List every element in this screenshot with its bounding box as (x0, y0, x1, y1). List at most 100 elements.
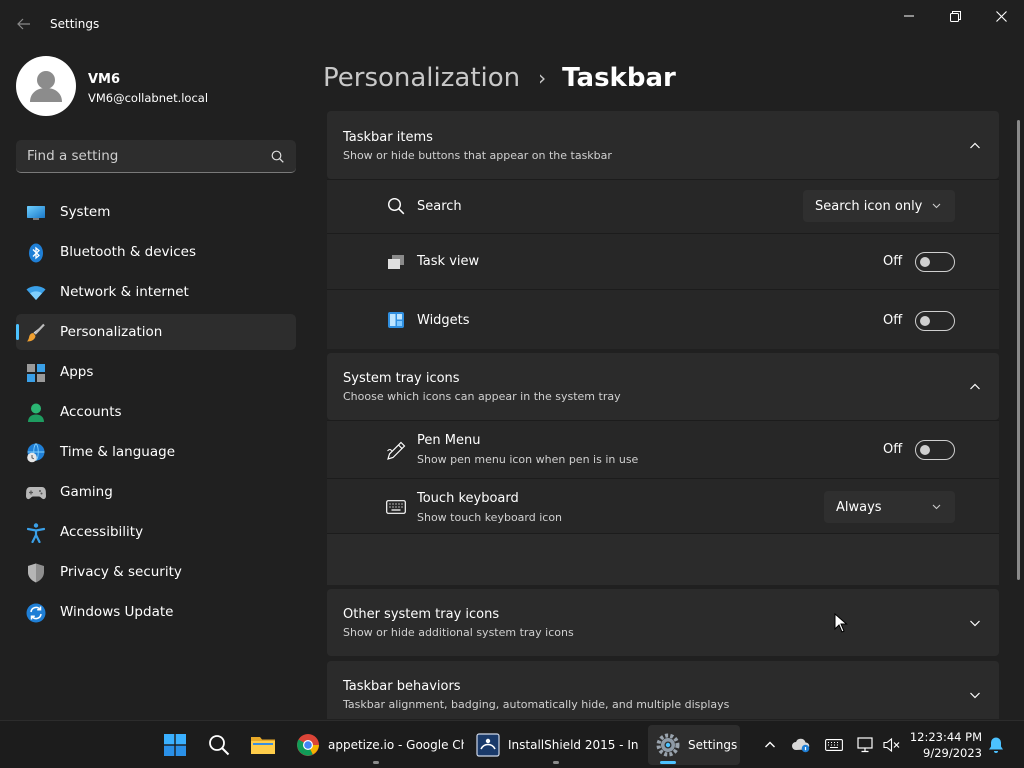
sidebar-item-personalization[interactable]: Personalization (16, 314, 296, 350)
user-profile[interactable]: VM6 VM6@collabnet.local (16, 56, 306, 118)
toggle-knob (920, 257, 930, 267)
section-title: Other system tray icons (343, 607, 500, 622)
accessibility-icon (26, 523, 46, 543)
apps-icon (26, 363, 46, 383)
volume-tray-button[interactable] (882, 735, 902, 755)
touch-keyboard-dropdown[interactable]: Always (824, 491, 955, 523)
row-label: Pen Menu (417, 433, 481, 448)
taskbar-items-header[interactable]: Taskbar items Show or hide buttons that … (327, 111, 999, 179)
taskbar-clock[interactable]: 12:23:44 PM 9/29/2023 (910, 729, 982, 761)
keyboard-icon (385, 496, 407, 518)
user-avatar-icon (30, 71, 62, 102)
back-button[interactable] (10, 12, 38, 36)
taskbar: appetize.io - Google Ch InstallShield 20… (0, 720, 1024, 768)
onedrive-tray-button[interactable] (791, 735, 811, 755)
cloud-icon (792, 738, 810, 753)
globe-clock-icon (26, 443, 46, 463)
running-indicator (373, 761, 379, 764)
task-view-icon (385, 251, 407, 273)
chrome-icon (297, 734, 319, 756)
row-label: Touch keyboard (417, 491, 519, 506)
update-icon (26, 603, 46, 623)
toggle-state-label: Off (883, 313, 903, 328)
sidebar-item-accessibility[interactable]: Accessibility (16, 514, 296, 550)
installshield-icon (476, 733, 500, 757)
chevron-down-icon[interactable] (969, 617, 981, 629)
row-label: Widgets (417, 313, 470, 328)
search-input[interactable] (16, 140, 266, 172)
taskbar-app-installshield[interactable]: InstallShield 2015 - Insta (470, 725, 642, 765)
folder-icon (251, 737, 275, 754)
pen-menu-row: Pen Menu Show pen menu icon when pen is … (327, 420, 999, 478)
chevron-down-icon[interactable] (969, 689, 981, 701)
section-title: Taskbar items (343, 130, 433, 145)
sidebar-item-label: Gaming (60, 484, 113, 500)
sidebar-item-privacy-security[interactable]: Privacy & security (16, 554, 296, 590)
sidebar-item-label: Network & internet (60, 284, 189, 300)
sidebar-item-accounts[interactable]: Accounts (16, 394, 296, 430)
restore-button[interactable] (932, 0, 978, 32)
taskbar-app-settings[interactable]: Settings (648, 725, 740, 765)
row-label: Task view (417, 254, 480, 269)
minimize-button[interactable] (886, 0, 932, 32)
sidebar-item-time-language[interactable]: Time & language (16, 434, 296, 470)
close-button[interactable] (978, 0, 1024, 32)
window-title: Settings (50, 17, 100, 31)
search-box (16, 140, 296, 173)
windows-logo-icon (164, 734, 186, 756)
toggle-state-label: Off (883, 442, 903, 457)
other-tray-header[interactable]: Other system tray icons Show or hide add… (327, 589, 999, 656)
sidebar-item-gaming[interactable]: Gaming (16, 474, 296, 510)
chevron-up-icon[interactable] (969, 140, 981, 152)
search-icon[interactable] (271, 150, 284, 163)
sidebar-item-apps[interactable]: Apps (16, 354, 296, 390)
section-subtitle: Taskbar alignment, badging, automaticall… (343, 698, 730, 711)
dropdown-value: Search icon only (815, 198, 923, 214)
touch-keyboard-row: Touch keyboard Show touch keyboard icon … (327, 478, 999, 533)
minimize-icon (904, 15, 914, 17)
keyboard-icon (825, 739, 843, 751)
search-mode-dropdown[interactable]: Search icon only (803, 190, 955, 222)
avatar (16, 56, 76, 116)
sidebar-item-network[interactable]: Network & internet (16, 274, 296, 310)
taskbar-behaviors-header[interactable]: Taskbar behaviors Taskbar alignment, bad… (327, 661, 999, 719)
widgets-toggle[interactable] (915, 311, 955, 331)
section-subtitle: Choose which icons can appear in the sys… (343, 390, 621, 403)
breadcrumb-parent-link[interactable]: Personalization (323, 63, 520, 93)
sidebar-item-windows-update[interactable]: Windows Update (16, 594, 296, 630)
chevron-down-icon (932, 203, 941, 209)
mouse-cursor-icon (834, 613, 848, 633)
gear-icon (656, 733, 680, 757)
row-subtitle: Show touch keyboard icon (417, 511, 563, 524)
task-view-toggle[interactable] (915, 252, 955, 272)
back-arrow-icon (17, 18, 30, 30)
bluetooth-icon (26, 243, 46, 263)
sidebar-item-label: Privacy & security (60, 564, 182, 580)
running-indicator (553, 761, 559, 764)
file-explorer-button[interactable] (243, 725, 283, 765)
touch-keyboard-tray-button[interactable] (824, 735, 844, 755)
sidebar-item-system[interactable]: System (16, 194, 296, 230)
title-bar: Settings (0, 0, 1024, 48)
system-tray-header[interactable]: System tray icons Choose which icons can… (327, 353, 999, 420)
start-button[interactable] (155, 725, 195, 765)
sidebar-item-label: Apps (60, 364, 94, 380)
sidebar-item-bluetooth[interactable]: Bluetooth & devices (16, 234, 296, 270)
pen-menu-toggle[interactable] (915, 440, 955, 460)
network-monitor-icon (857, 737, 873, 753)
taskbar-app-label: InstallShield 2015 - Insta (508, 738, 638, 752)
chevron-up-icon[interactable] (969, 381, 981, 393)
content-scrollbar[interactable] (1017, 120, 1020, 580)
notifications-button[interactable] (986, 735, 1006, 755)
taskbar-app-chrome[interactable]: appetize.io - Google Ch (288, 725, 464, 765)
taskbar-search-button[interactable] (199, 725, 239, 765)
sidebar-item-label: Personalization (60, 324, 163, 340)
show-hidden-icons-button[interactable] (760, 735, 780, 755)
sidebar-item-label: Time & language (60, 444, 176, 460)
page-title: Taskbar (562, 63, 676, 93)
clock-time: 12:23:44 PM (909, 730, 982, 744)
network-tray-button[interactable] (856, 735, 876, 755)
widgets-row: Widgets Off (327, 289, 999, 349)
system-monitor-icon (26, 203, 46, 223)
sidebar-item-label: Bluetooth & devices (60, 244, 197, 260)
